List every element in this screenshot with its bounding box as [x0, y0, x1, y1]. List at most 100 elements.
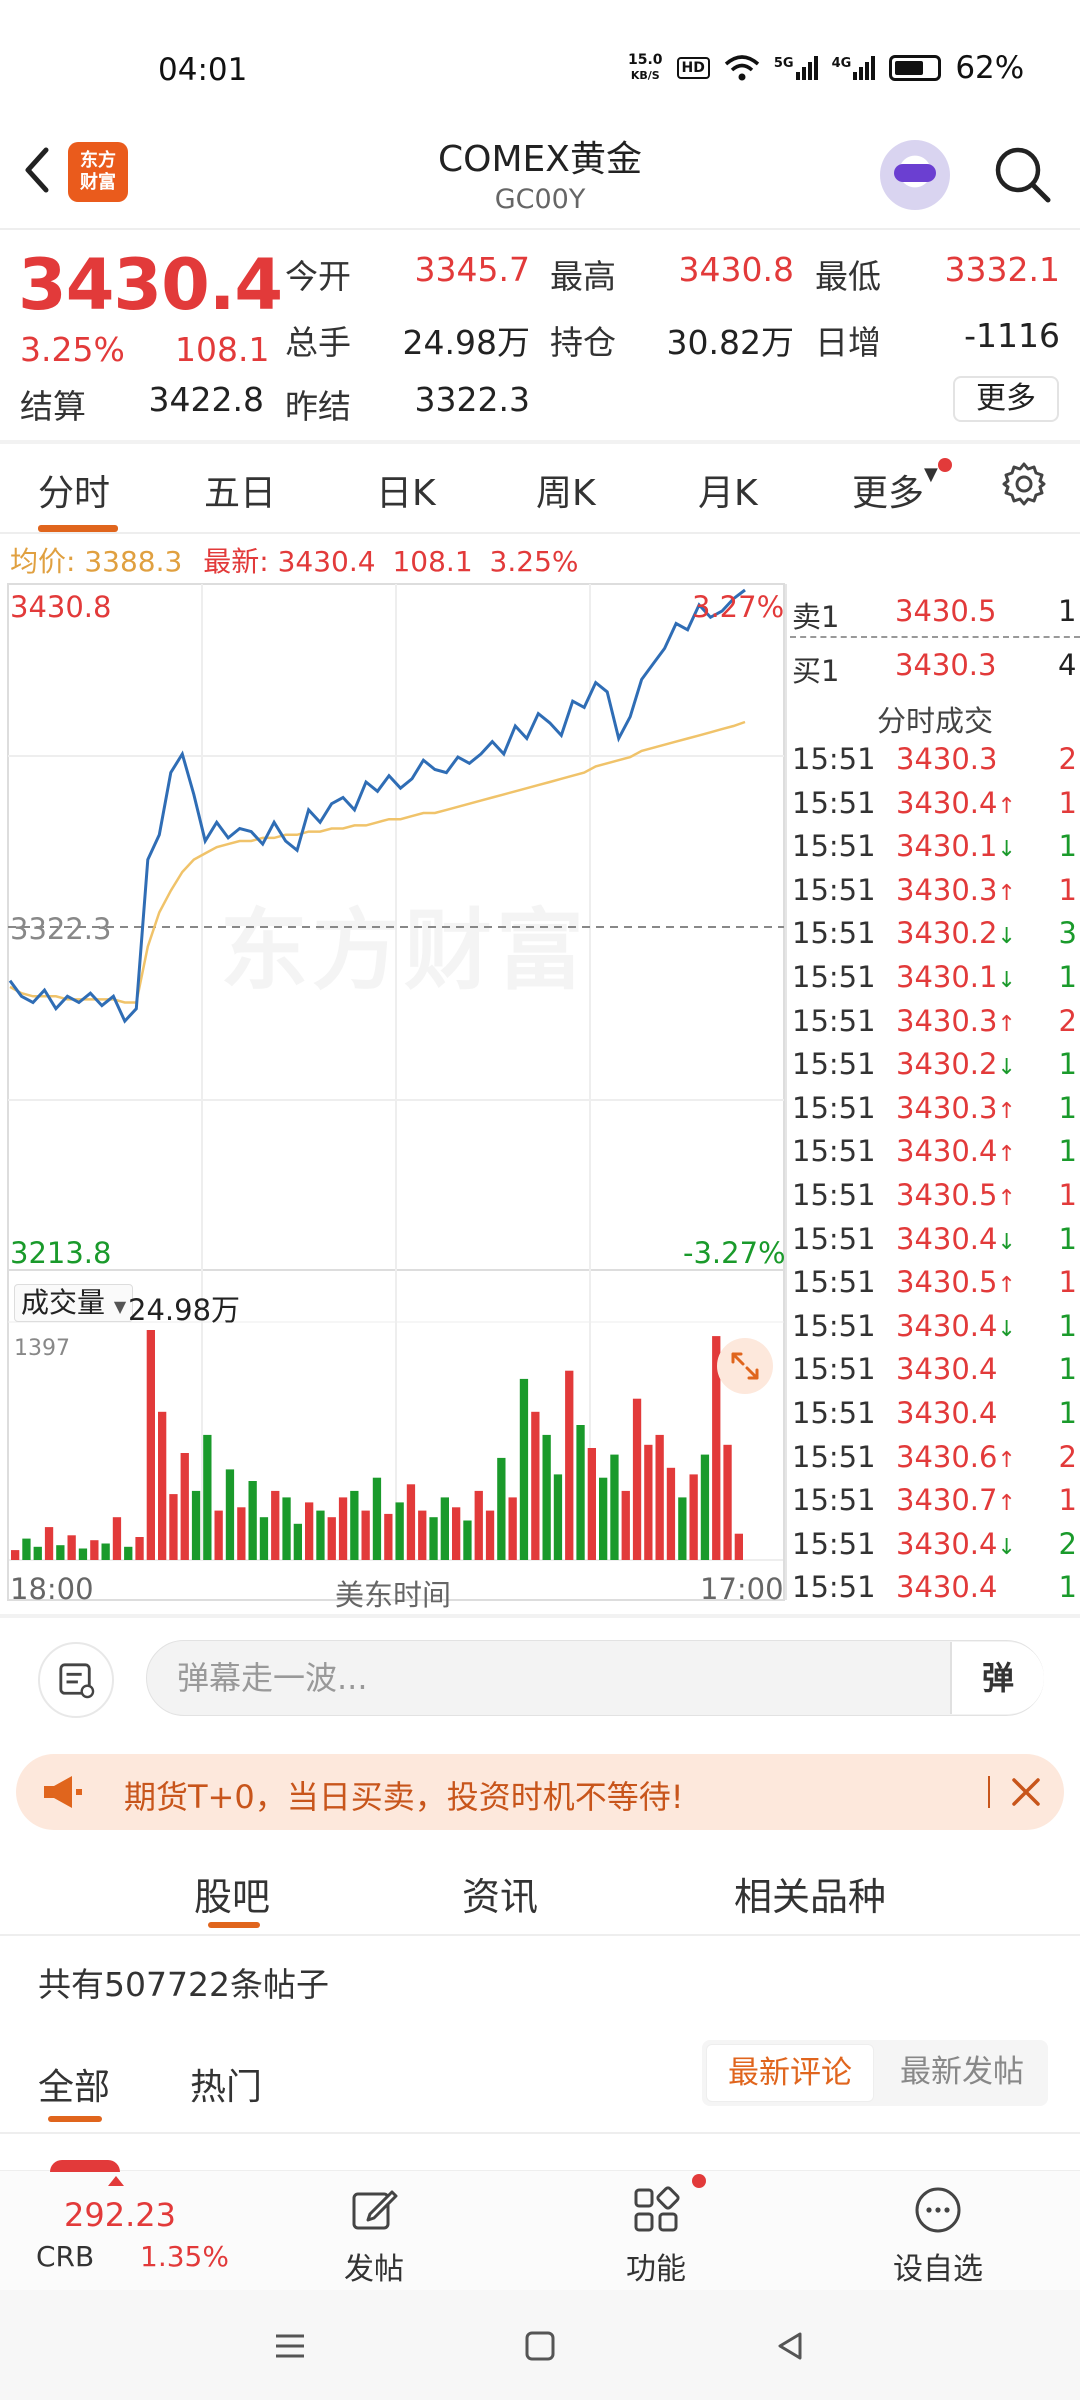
tick-volume: 2 — [1058, 1439, 1077, 1474]
tab-weekly-k[interactable]: 周K — [536, 464, 596, 516]
low-value: 3332.1 — [944, 250, 1060, 289]
tick-price: 3430.4↓ — [896, 1526, 1016, 1561]
volume-value: 24.98万 — [402, 323, 530, 362]
volume-bar — [519, 1378, 529, 1560]
section-tab-indicator — [208, 1922, 260, 1928]
tick-price: 3430.3 — [896, 742, 998, 776]
up-arrow-icon: ↑ — [997, 880, 1016, 906]
volume-select-label: 成交量 — [21, 1286, 106, 1319]
net-speed-value: 15.0 — [628, 52, 663, 68]
battery-level: 62% — [955, 50, 1025, 86]
tick-volume: 1 — [1058, 1047, 1077, 1082]
search-icon[interactable] — [990, 142, 1054, 206]
close-icon[interactable] — [1000, 1766, 1052, 1818]
volume-bar — [632, 1398, 642, 1560]
robot-assistant-icon[interactable] — [880, 140, 950, 210]
time-axis-zone: 美东时间 — [335, 1578, 452, 1612]
tick-volume: 2 — [1058, 1526, 1077, 1561]
volume-bar — [508, 1497, 517, 1560]
tick-time: 15:51 — [792, 1265, 876, 1300]
tab-news[interactable]: 资讯 — [462, 1866, 538, 1921]
gear-icon[interactable] — [1000, 460, 1048, 508]
tab-monthly-k[interactable]: 月K — [698, 464, 758, 516]
volume-bar — [146, 1330, 155, 1560]
tick-price: 3430.7↑ — [896, 1483, 1016, 1518]
volume-bar — [112, 1517, 122, 1560]
tick-volume: 1 — [1058, 1352, 1077, 1387]
tick-row: 15:51 3430.3↑ 1 — [792, 873, 1080, 917]
bid-label: 买1 — [792, 654, 840, 688]
status-icons: 15.0 KB/S HD 5G 4G 62% — [628, 50, 1024, 86]
dropdown-arrow-icon: ▼ — [113, 1297, 127, 1316]
sort-latest-comment[interactable]: 最新评论 — [706, 2044, 874, 2102]
tab-forum[interactable]: 股吧 — [194, 1866, 270, 1921]
down-arrow-icon: ↓ — [997, 968, 1016, 993]
functions-button-label: 功能 — [626, 2252, 686, 2287]
danmu-toggle-button[interactable]: 弹 — [950, 1642, 1044, 1714]
back-nav-icon[interactable] — [770, 2326, 810, 2366]
danmu-input[interactable]: 弹幕走一波... — [146, 1640, 1044, 1716]
tick-row: 15:51 3430.7↑ 1 — [792, 1483, 1080, 1527]
ask-label: 卖1 — [792, 600, 840, 634]
tick-volume: 1 — [1058, 960, 1077, 994]
feed-tab-all[interactable]: 全部 — [38, 2058, 110, 2110]
edit-icon — [352, 2190, 398, 2230]
tick-volume: 1 — [1058, 872, 1077, 907]
home-icon[interactable] — [520, 2326, 560, 2366]
tab-intraday[interactable]: 分时 — [38, 464, 110, 516]
volume-bar — [485, 1510, 495, 1560]
tick-price: 3430.4↑ — [896, 1134, 1016, 1169]
tab-more[interactable]: 更多▼ — [852, 464, 938, 516]
chart-max-pct: 3.27% — [692, 590, 785, 624]
volume-bar — [248, 1481, 257, 1560]
feed-tab-hot[interactable]: 热门 — [190, 2058, 262, 2110]
signal-4g-label: 4G — [831, 56, 852, 71]
open-value: 3345.7 — [414, 250, 530, 289]
crb-index-value[interactable]: 292.23 — [64, 2196, 176, 2234]
tick-price: 3430.1↓ — [896, 960, 1016, 994]
tab-five-day[interactable]: 五日 — [204, 464, 276, 516]
volume-label: 总手 — [285, 323, 351, 362]
tick-volume: 1 — [1058, 1265, 1077, 1300]
tick-time: 15:51 — [792, 1526, 876, 1561]
tick-row: 15:51 3430.5↑ 1 — [792, 1265, 1080, 1309]
crb-index-pct[interactable]: 1.35% — [140, 2240, 229, 2273]
add-watchlist-label: 设自选 — [893, 2252, 983, 2287]
add-watchlist-button[interactable]: 设自选 — [878, 2184, 998, 2288]
more-circle-icon — [915, 2187, 961, 2233]
volume-indicator-select[interactable]: 成交量 ▼ — [14, 1284, 134, 1322]
tick-price: 3430.1↓ — [896, 829, 1016, 864]
up-arrow-icon: ↑ — [997, 1186, 1016, 1211]
battery-icon — [889, 55, 942, 81]
down-arrow-icon: ↓ — [997, 1534, 1016, 1560]
latest-price: 3430.4 — [277, 545, 376, 578]
crb-index-name[interactable]: CRB — [36, 2240, 94, 2273]
tick-time: 15:51 — [792, 1003, 876, 1038]
more-quote-button[interactable]: 更多 — [953, 376, 1059, 422]
post-button[interactable]: 发帖 — [314, 2184, 434, 2288]
volume-bar — [497, 1457, 506, 1560]
tick-price: 3430.2↓ — [896, 916, 1016, 951]
volume-bar — [689, 1474, 698, 1560]
tick-time: 15:51 — [792, 1178, 876, 1212]
grid-icon — [634, 2186, 680, 2232]
volume-bar — [11, 1550, 20, 1560]
tick-volume: 1 — [1058, 1396, 1077, 1430]
tab-related[interactable]: 相关品种 — [734, 1866, 886, 1921]
tick-volume: 1 — [1058, 785, 1077, 820]
sort-latest-post[interactable]: 最新发帖 — [880, 2044, 1044, 2102]
latest-label: 最新: — [203, 545, 269, 578]
volume-bar — [418, 1510, 427, 1560]
note-icon[interactable] — [38, 1642, 114, 1718]
wifi-icon — [724, 55, 760, 81]
volume-bar — [33, 1546, 42, 1560]
tick-time: 15:51 — [792, 1134, 876, 1169]
volume-bar — [700, 1454, 710, 1560]
time-axis-end: 17:00 — [700, 1572, 784, 1606]
volume-bar — [101, 1543, 110, 1560]
menu-icon[interactable] — [270, 2326, 310, 2366]
functions-button[interactable]: 功能 — [596, 2184, 716, 2288]
volume-bars — [11, 1330, 743, 1560]
tab-daily-k[interactable]: 日K — [376, 464, 436, 516]
expand-icon[interactable] — [717, 1338, 773, 1394]
